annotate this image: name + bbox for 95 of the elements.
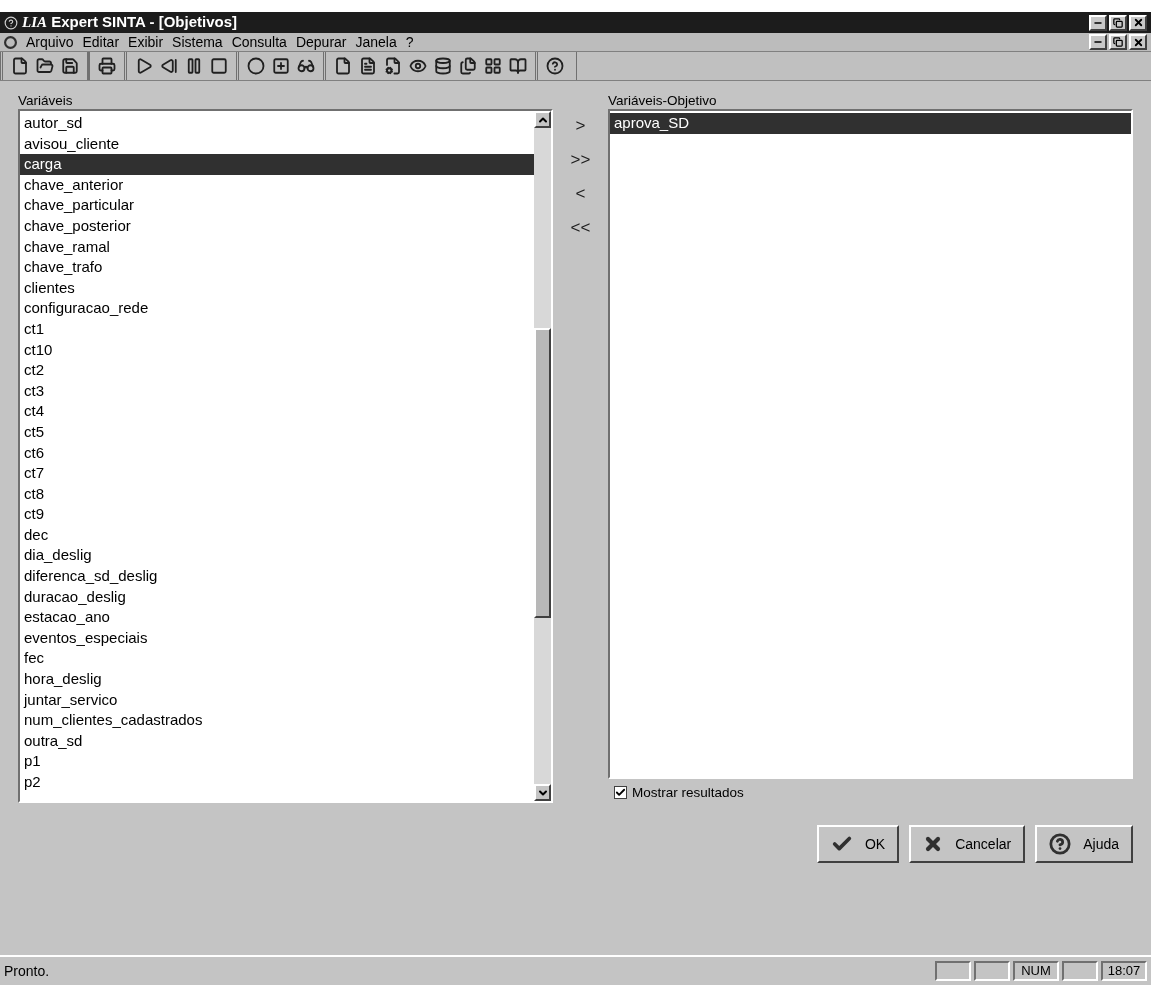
glasses-icon[interactable] (297, 57, 315, 75)
close-button[interactable] (1129, 14, 1147, 31)
restore-icon (1113, 17, 1123, 28)
menu-item[interactable]: Editar (82, 31, 120, 53)
cancel-button[interactable]: Cancelar (909, 825, 1026, 863)
list-item[interactable]: ct4 (20, 401, 534, 422)
checkbox-label: Mostrar resultados (632, 783, 744, 802)
list-item[interactable]: chave_anterior (20, 174, 534, 196)
list-item[interactable]: num_clientes_cadastrados (20, 710, 534, 731)
list-item[interactable]: configuracao_rede (20, 298, 534, 319)
list-item[interactable]: avisou_cliente (20, 133, 534, 155)
status-panel: NUM (1013, 961, 1059, 981)
plus-box-icon[interactable] (272, 57, 290, 75)
close-button[interactable] (1129, 34, 1147, 50)
help-icon[interactable] (546, 57, 564, 75)
transfer-button[interactable]: << (570, 215, 591, 235)
list-item[interactable]: estacao_ano (20, 607, 534, 628)
list-item[interactable]: ct3 (20, 380, 534, 402)
eye-icon[interactable] (409, 57, 427, 75)
new-file-icon[interactable] (11, 57, 29, 75)
dot-icon[interactable] (247, 57, 265, 75)
list-item[interactable]: p2 (20, 772, 534, 793)
scrollbar[interactable] (534, 111, 551, 801)
list-item[interactable]: juntar_servico (20, 689, 534, 711)
list-item[interactable]: chave_trafo (20, 257, 534, 278)
scroll-up-button[interactable] (534, 111, 551, 128)
menu-item[interactable]: Depurar (295, 31, 347, 53)
status-panel (1062, 961, 1098, 981)
list-item[interactable]: ct10 (20, 339, 534, 361)
open-folder-icon[interactable] (36, 57, 54, 75)
play-icon[interactable] (135, 57, 153, 75)
close-icon (1132, 36, 1144, 48)
scroll-down-button[interactable] (534, 784, 551, 801)
scroll-thumb[interactable] (534, 328, 551, 618)
list-item[interactable]: dec (20, 524, 534, 546)
list-item[interactable]: outra_sd (20, 730, 534, 752)
status-panel (974, 961, 1010, 981)
minimize-button[interactable] (1089, 14, 1107, 31)
status-text: Pronto. (4, 961, 51, 981)
list-item[interactable]: clientes (20, 277, 534, 299)
list-item[interactable]: chave_particular (20, 195, 534, 216)
list-item[interactable]: ct5 (20, 421, 534, 443)
menu-item[interactable]: Arquivo (26, 31, 74, 53)
list-item[interactable]: fec (20, 648, 534, 670)
list-label: Variáveis-Objetivo (608, 92, 718, 109)
menu-item[interactable]: Janela (355, 31, 397, 53)
list-item[interactable]: ct9 (20, 504, 534, 525)
pause-icon[interactable] (185, 57, 203, 75)
transfer-button[interactable]: < (575, 181, 586, 201)
menu-item[interactable]: Sistema (172, 31, 223, 53)
list-item[interactable]: ct6 (20, 442, 534, 464)
list-item[interactable]: aprova_SD (610, 113, 1131, 134)
minimize-button[interactable] (1089, 34, 1107, 50)
checkbox[interactable] (614, 786, 627, 800)
status-panel (935, 961, 971, 981)
window-title: LIA Expert SINTA - [Objetivos] (22, 12, 238, 33)
list-item[interactable]: diferenca_sd_deslig (20, 566, 534, 587)
files-icon[interactable] (459, 57, 477, 75)
list-item[interactable]: ct7 (20, 463, 534, 484)
database-icon[interactable] (434, 57, 452, 75)
list-item[interactable]: carga (20, 154, 534, 175)
menu-item[interactable]: Exibir (128, 31, 164, 53)
app-icon (4, 15, 18, 30)
stop-icon[interactable] (210, 57, 228, 75)
list-item[interactable]: ct8 (20, 483, 534, 505)
list-item[interactable]: chave_posterior (20, 215, 534, 237)
list-item[interactable]: p1 (20, 751, 534, 772)
book-icon[interactable] (509, 57, 527, 75)
list-item[interactable]: ct2 (20, 360, 534, 381)
restore-icon (1113, 37, 1123, 47)
list-item[interactable]: hora_deslig (20, 669, 534, 690)
text-document-icon[interactable] (359, 57, 377, 75)
list-item[interactable]: chave_ramal (20, 236, 534, 258)
transfer-button[interactable]: >> (570, 147, 591, 167)
help-icon (1049, 833, 1072, 855)
menu-item[interactable]: Consulta (231, 31, 287, 53)
transfer-button[interactable]: > (575, 113, 586, 133)
grid-icon[interactable] (484, 57, 502, 75)
list-item[interactable]: duracao_deslig (20, 586, 534, 608)
step-back-icon[interactable] (160, 57, 178, 75)
printer-icon[interactable] (98, 57, 116, 75)
menu-item[interactable]: ? (405, 31, 414, 53)
ok-button[interactable]: OK (816, 825, 900, 863)
help-button[interactable]: Ajuda (1035, 825, 1133, 863)
list-item[interactable]: eventos_especiais (20, 627, 534, 649)
status-panel: 18:07 (1101, 961, 1147, 981)
document-gear-icon[interactable] (384, 57, 402, 75)
close-icon (1132, 17, 1144, 28)
list-label: Variáveis (18, 92, 74, 109)
list-item[interactable]: dia_deslig (20, 545, 534, 567)
restore-button[interactable] (1109, 34, 1127, 50)
save-icon[interactable] (61, 57, 79, 75)
restore-button[interactable] (1109, 14, 1127, 31)
list-item[interactable]: autor_sd (20, 113, 534, 134)
list-item[interactable]: ct1 (20, 318, 534, 340)
